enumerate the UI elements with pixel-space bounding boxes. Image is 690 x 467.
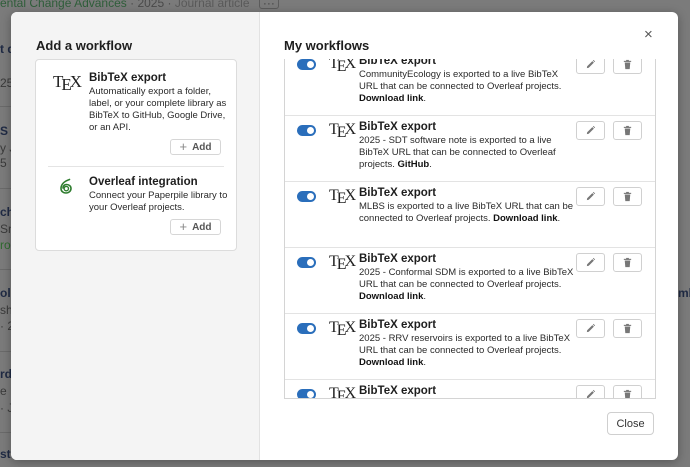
workflow-row: TEX BibTeX export CommunityEcology is ex… — [285, 59, 655, 116]
trash-icon — [623, 125, 632, 136]
toggle-knob — [307, 325, 314, 332]
tex-logo-icon: TEX — [329, 319, 357, 339]
trash-icon — [623, 59, 632, 70]
workflow-row: TEX BibTeX export — [285, 380, 655, 399]
workflow-description: CommunityEcology is exported to a live B… — [359, 69, 562, 104]
add-workflow-title: Add a workflow — [36, 38, 133, 53]
workflow-title: BibTeX export — [359, 121, 437, 133]
workflow-description: MLBS is exported to a live BibTeX URL th… — [359, 201, 574, 224]
delete-workflow-button[interactable] — [613, 121, 642, 140]
pencil-icon — [586, 191, 596, 201]
bg-fragment: ro — [0, 238, 11, 252]
add-item-overleaf: Overleaf integration Connect your Paperp… — [36, 176, 236, 246]
toggle-knob — [307, 259, 314, 266]
workflow-link[interactable]: GitHub — [398, 159, 430, 170]
close-button[interactable]: Close — [607, 412, 654, 435]
plus-icon: + — [179, 139, 188, 154]
plus-icon: + — [179, 219, 188, 234]
workflow-toggle[interactable] — [297, 59, 316, 70]
workflow-row: TEX BibTeX export MLBS is exported to a … — [285, 182, 655, 248]
workflow-link[interactable]: Download link — [493, 213, 557, 224]
pencil-icon — [586, 257, 596, 267]
delete-workflow-button[interactable] — [613, 319, 642, 338]
workflow-list[interactable]: TEX BibTeX export CommunityEcology is ex… — [284, 59, 656, 399]
delete-workflow-button[interactable] — [613, 385, 642, 398]
workflow-title: BibTeX export — [359, 319, 437, 331]
add-workflow-card: TEX BibTeX export Automatically export a… — [35, 59, 237, 251]
workflow-title: BibTeX export — [359, 59, 437, 67]
delete-workflow-button[interactable] — [613, 187, 642, 206]
add-item-description: Connect your Paperpile library to your O… — [89, 190, 228, 213]
workflow-link[interactable]: Download link — [359, 93, 423, 104]
delete-workflow-button[interactable] — [613, 59, 642, 74]
toggle-knob — [307, 391, 314, 398]
add-item-description: Automatically export a folder, label, or… — [89, 86, 227, 133]
trash-icon — [623, 389, 632, 398]
pencil-icon — [586, 59, 596, 69]
delete-workflow-button[interactable] — [613, 253, 642, 272]
edit-workflow-button[interactable] — [576, 187, 605, 206]
workflow-description-text: 2025 - Conformal SDM is exported to a li… — [359, 267, 574, 290]
workflow-toggle[interactable] — [297, 323, 316, 334]
trash-icon — [623, 257, 632, 268]
tex-logo-icon: TEX — [53, 72, 83, 94]
workflows-modal: Add a workflow TEX BibTeX export Automat… — [11, 12, 678, 460]
workflow-toggle[interactable] — [297, 257, 316, 268]
my-workflows-title: My workflows — [284, 38, 370, 53]
toggle-knob — [307, 61, 314, 68]
tex-logo-icon: TEX — [329, 385, 357, 399]
workflow-toggle[interactable] — [297, 389, 316, 398]
workflow-list-inner: TEX BibTeX export CommunityEcology is ex… — [285, 59, 655, 399]
tex-logo-icon: TEX — [329, 59, 357, 75]
add-item-title: Overleaf integration — [89, 176, 198, 188]
toggle-knob — [307, 193, 314, 200]
workflow-description: 2025 - RRV reservoirs is exported to a l… — [359, 333, 571, 368]
bg-article-line: ental Change Advances · 2025 · Journal a… — [0, 0, 279, 10]
edit-workflow-button[interactable] — [576, 59, 605, 74]
workflow-description-text: 2025 - SDT software note is exported to … — [359, 135, 556, 170]
workflow-row: TEX BibTeX export 2025 - SDT software no… — [285, 116, 655, 182]
add-bibtex-button[interactable]: + Add — [170, 139, 221, 155]
workflow-toggle[interactable] — [297, 125, 316, 136]
overleaf-logo-icon — [60, 178, 72, 194]
pencil-icon — [586, 323, 596, 333]
pencil-icon — [586, 389, 596, 398]
workflow-title: BibTeX export — [359, 253, 437, 265]
add-workflow-pane: Add a workflow TEX BibTeX export Automat… — [11, 12, 260, 460]
workflow-description-text: 2025 - RRV reservoirs is exported to a l… — [359, 333, 571, 356]
add-overleaf-button[interactable]: + Add — [170, 219, 221, 235]
workflow-link[interactable]: Download link — [359, 291, 423, 302]
workflow-toggle[interactable] — [297, 191, 316, 202]
workflow-row: TEX BibTeX export 2025 - Conformal SDM i… — [285, 248, 655, 314]
edit-workflow-button[interactable] — [576, 385, 605, 398]
trash-icon — [623, 191, 632, 202]
add-item-title: BibTeX export — [89, 72, 167, 84]
bg-fragment: S — [0, 124, 9, 138]
workflow-row: TEX BibTeX export 2025 - RRV reservoirs … — [285, 314, 655, 380]
edit-workflow-button[interactable] — [576, 319, 605, 338]
tex-logo-icon: TEX — [329, 253, 357, 273]
pencil-icon — [586, 125, 596, 135]
bg-fragment: mb — [678, 286, 690, 300]
add-item-bibtex: TEX BibTeX export Automatically export a… — [36, 72, 236, 172]
card-divider — [48, 166, 224, 167]
tex-logo-icon: TEX — [329, 121, 357, 141]
workflow-title: BibTeX export — [359, 385, 437, 397]
workflow-description: 2025 - SDT software note is exported to … — [359, 135, 556, 170]
workflow-description: 2025 - Conformal SDM is exported to a li… — [359, 267, 574, 302]
toggle-knob — [307, 127, 314, 134]
close-icon[interactable]: × — [644, 26, 653, 43]
edit-workflow-button[interactable] — [576, 121, 605, 140]
workflow-link[interactable]: Download link — [359, 357, 423, 368]
workflow-description-text: CommunityEcology is exported to a live B… — [359, 69, 562, 92]
trash-icon — [623, 323, 632, 334]
tex-logo-icon: TEX — [329, 187, 357, 207]
edit-workflow-button[interactable] — [576, 253, 605, 272]
workflow-title: BibTeX export — [359, 187, 437, 199]
